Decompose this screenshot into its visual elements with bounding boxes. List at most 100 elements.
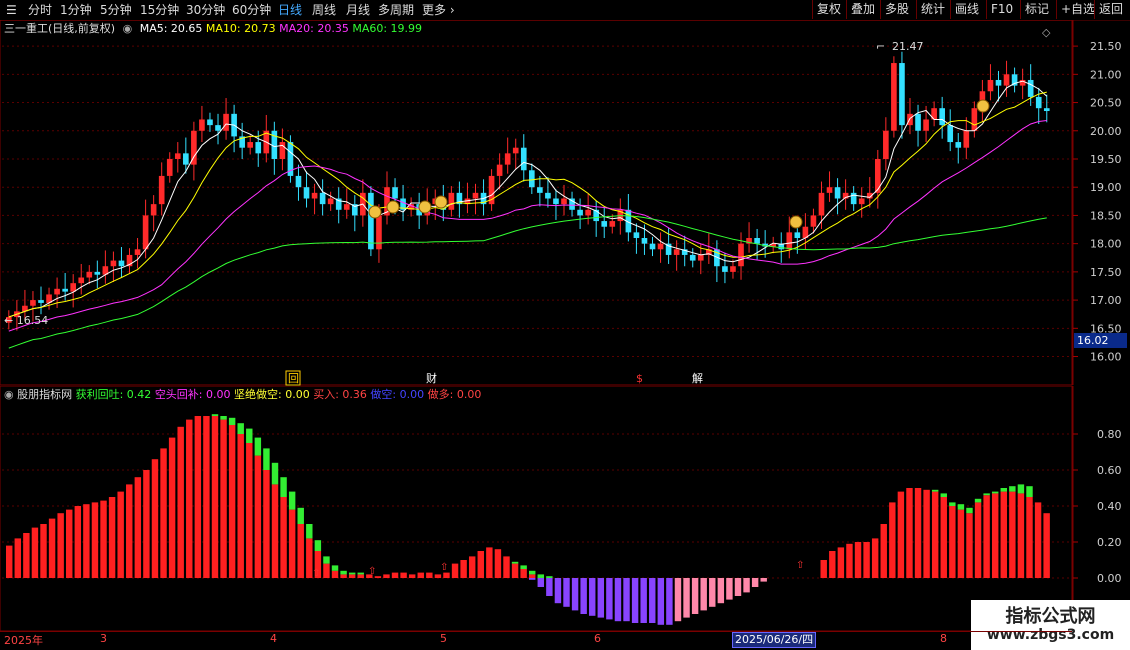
toolbar-button-2[interactable]: 多股: [880, 0, 913, 19]
short-bar: [700, 578, 707, 611]
buy-bar: [6, 545, 13, 578]
sub-y-tick-label: 0.40: [1097, 500, 1122, 513]
candle-body: [247, 142, 254, 148]
candle-body: [689, 254, 696, 261]
profit-bar: [348, 572, 356, 575]
diamond-icon: ◇: [1042, 26, 1051, 39]
period-tab-6[interactable]: 日线: [278, 2, 302, 18]
candle-body: [512, 147, 519, 154]
high-price-label: 21.47: [892, 40, 924, 53]
candle-body: [496, 164, 503, 176]
main-y-tick-label: 20.00: [1090, 125, 1122, 138]
period-tab-0[interactable]: 分时: [28, 2, 52, 18]
indicator-legend-item-0: 获利回吐: 0.42: [75, 388, 155, 401]
short-bar: [734, 578, 742, 596]
toolbar-button-0[interactable]: 复权: [812, 0, 845, 19]
buy-bar: [923, 489, 930, 578]
candle-body: [303, 187, 310, 199]
candle-body: [649, 243, 656, 250]
buy-bar: [983, 495, 990, 578]
profit-bar: [957, 504, 965, 510]
buy-bar: [931, 491, 939, 578]
candle-body: [279, 142, 286, 159]
candle-body: [858, 198, 865, 205]
period-tab-3[interactable]: 15分钟: [140, 2, 179, 18]
stock-title: 三一重工(日线,前复权): [4, 22, 116, 35]
buy-bar: [966, 513, 973, 578]
buy-bar: [1034, 502, 1042, 578]
buy-bar: [100, 500, 107, 578]
buy-bar: [23, 533, 30, 578]
profit-bar: [983, 493, 990, 496]
candle-body: [738, 243, 744, 267]
candlestick-chart[interactable]: 21.50 21.00 20.50 20.00 19.50 19.00 18.50 18.00…: [0, 20, 1130, 405]
period-tab-4[interactable]: 30分钟: [186, 2, 225, 18]
buy-bar: [468, 556, 476, 578]
buy-bar: [837, 547, 845, 578]
buy-bar: [186, 419, 193, 578]
period-tab-5[interactable]: 60分钟: [232, 2, 271, 18]
profit-bar: [1017, 484, 1025, 494]
period-tab-2[interactable]: 5分钟: [100, 2, 132, 18]
profit-bar: [1026, 486, 1033, 497]
candle-body: [834, 187, 841, 199]
profit-bar: [306, 524, 313, 539]
watermark: 指标公式网 www.zbgs3.com: [971, 600, 1130, 650]
buy-bar: [177, 426, 184, 578]
candle-body: [722, 266, 728, 272]
candle-body: [166, 158, 173, 176]
toolbar-button-3[interactable]: 统计: [916, 0, 949, 19]
buy-bar: [160, 448, 167, 578]
candle-body: [697, 254, 704, 261]
buy-bar: [83, 504, 90, 578]
cursor-date-tag: 2025/06/26/四: [732, 632, 817, 648]
period-tab-1[interactable]: 1分钟: [60, 2, 92, 18]
candle-body: [70, 283, 77, 292]
menu-icon[interactable]: ☰: [6, 2, 17, 18]
buy-bar: [460, 560, 467, 578]
profit-bar: [974, 498, 982, 503]
period-tab-7[interactable]: 周线: [312, 2, 336, 18]
short-bar: [674, 578, 682, 622]
candle-body: [392, 187, 398, 199]
main-y-tick-label: 21.00: [1090, 68, 1122, 81]
candle-body: [601, 221, 608, 227]
candle-body: [150, 204, 157, 216]
toolbar-button-4[interactable]: 画线: [950, 0, 983, 19]
toolbar-button-5[interactable]: F10: [986, 0, 1017, 19]
candle-body: [874, 158, 881, 193]
candle-body: [38, 300, 44, 303]
candle-body: [368, 192, 374, 250]
buy-bar: [108, 497, 116, 578]
candle-body: [987, 79, 994, 92]
watermark-title: 指标公式网: [1005, 606, 1096, 627]
buy-bar: [228, 425, 236, 578]
indicator-settings-icon[interactable]: ◉: [123, 22, 133, 35]
short-bar: [589, 578, 596, 616]
buy-bar: [451, 563, 459, 578]
profit-bar: [331, 565, 339, 571]
toolbar-button-1[interactable]: 叠加: [846, 0, 879, 19]
sub-y-tick-label: 0.80: [1097, 428, 1122, 441]
indicator-settings-icon[interactable]: ◉: [4, 388, 14, 401]
candle-body: [199, 119, 205, 131]
buy-bar: [477, 551, 484, 578]
short-bar: [726, 578, 733, 600]
candle-body: [850, 192, 857, 205]
ma-legend-item-3: MA60: 19.99: [352, 22, 423, 35]
profit-bar: [297, 507, 304, 524]
short-bar: [640, 578, 647, 623]
candle-body: [891, 63, 897, 131]
candle-body: [255, 142, 262, 154]
candle-body: [1003, 74, 1010, 86]
buy-bar: [914, 488, 922, 578]
buy-bar: [829, 551, 836, 578]
profit-bar: [949, 502, 956, 506]
period-tab-9[interactable]: 多周期: [378, 2, 414, 18]
toolbar-button-7[interactable]: +自选: [1056, 0, 1099, 19]
indicator-chart[interactable]: 0.80 0.60 0.40 0.20 0.00 ⇧ ⇧ ⇧ ⇧: [0, 386, 1130, 631]
toolbar-button-8[interactable]: 返回: [1094, 0, 1127, 19]
period-tab-8[interactable]: 月线: [346, 2, 370, 18]
period-tab-10[interactable]: 更多 ›: [422, 2, 455, 18]
toolbar-button-6[interactable]: 标记: [1020, 0, 1053, 19]
